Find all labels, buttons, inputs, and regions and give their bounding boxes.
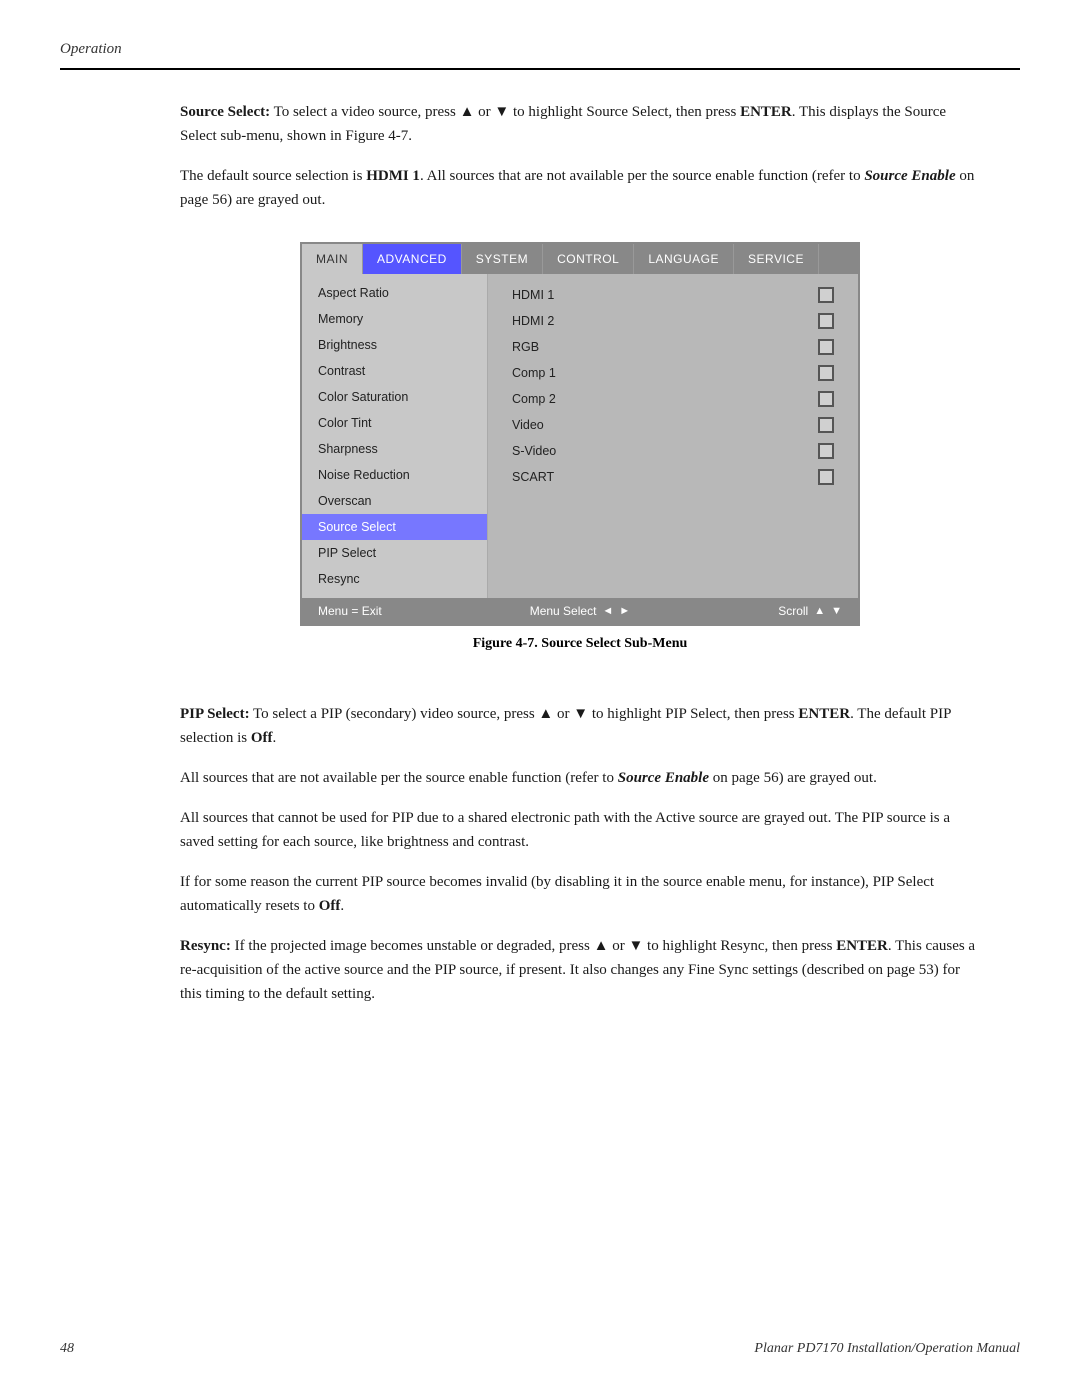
source-comp2-checkbox[interactable] bbox=[818, 391, 834, 407]
content-area: Source Select: To select a video source,… bbox=[60, 100, 1020, 1006]
source-comp1-label: Comp 1 bbox=[512, 366, 556, 380]
source-enable-italic: Source Enable bbox=[864, 168, 955, 184]
menu-item-source-select[interactable]: Source Select bbox=[302, 514, 487, 540]
resync-paragraph: Resync: If the projected image becomes u… bbox=[180, 934, 980, 1006]
resync-bold: Resync: bbox=[180, 938, 231, 954]
source-rgb[interactable]: RGB bbox=[504, 334, 842, 360]
pip-select-bold: PIP Select: bbox=[180, 706, 250, 722]
source-svideo-label: S-Video bbox=[512, 444, 556, 458]
source-scart-checkbox[interactable] bbox=[818, 469, 834, 485]
osd-left-menu: Aspect Ratio Memory Brightness Contrast … bbox=[302, 274, 487, 598]
menu-item-color-saturation[interactable]: Color Saturation bbox=[302, 384, 487, 410]
footer-menu-select: Menu Select ◄ ► bbox=[530, 604, 630, 618]
scroll-label: Scroll bbox=[778, 604, 808, 618]
source-video-label: Video bbox=[512, 418, 544, 432]
osd-tabs: MAIN ADVANCED SYSTEM CONTROL LANGUAGE SE… bbox=[302, 244, 858, 274]
source-scart-label: SCART bbox=[512, 470, 554, 484]
footer-title: Planar PD7170 Installation/Operation Man… bbox=[754, 1341, 1020, 1357]
down-arrow-icon: ▼ bbox=[831, 605, 842, 617]
source-svideo[interactable]: S-Video bbox=[504, 438, 842, 464]
up-arrow-icon: ▲ bbox=[814, 605, 825, 617]
right-arrow-icon: ► bbox=[619, 605, 630, 617]
source-hdmi2[interactable]: HDMI 2 bbox=[504, 308, 842, 334]
figure-container: MAIN ADVANCED SYSTEM CONTROL LANGUAGE SE… bbox=[180, 242, 980, 672]
source-select-paragraph-1: Source Select: To select a video source,… bbox=[180, 100, 980, 148]
source-hdmi2-checkbox[interactable] bbox=[818, 313, 834, 329]
osd-footer: Menu = Exit Menu Select ◄ ► Scroll ▲ ▼ bbox=[302, 598, 858, 624]
source-svideo-checkbox[interactable] bbox=[818, 443, 834, 459]
menu-item-aspect-ratio[interactable]: Aspect Ratio bbox=[302, 280, 487, 306]
header-label: Operation bbox=[60, 41, 122, 57]
osd-right-panel: HDMI 1 HDMI 2 RGB bbox=[487, 274, 858, 598]
source-comp2[interactable]: Comp 2 bbox=[504, 386, 842, 412]
hdmi1-bold: HDMI 1 bbox=[366, 168, 420, 184]
left-arrow-icon: ◄ bbox=[602, 605, 613, 617]
source-select-bold: Source Select: bbox=[180, 104, 270, 120]
source-video[interactable]: Video bbox=[504, 412, 842, 438]
source-comp1-checkbox[interactable] bbox=[818, 365, 834, 381]
pip-paragraph-2: All sources that are not available per t… bbox=[180, 766, 980, 790]
osd-menu: MAIN ADVANCED SYSTEM CONTROL LANGUAGE SE… bbox=[300, 242, 860, 626]
menu-item-sharpness[interactable]: Sharpness bbox=[302, 436, 487, 462]
source-hdmi1-checkbox[interactable] bbox=[818, 287, 834, 303]
menu-exit-label: Menu = Exit bbox=[318, 604, 382, 618]
menu-item-memory[interactable]: Memory bbox=[302, 306, 487, 332]
menu-item-brightness[interactable]: Brightness bbox=[302, 332, 487, 358]
page-container: Operation Source Select: To select a vid… bbox=[0, 0, 1080, 1397]
source-rgb-label: RGB bbox=[512, 340, 539, 354]
page-footer: 48 Planar PD7170 Installation/Operation … bbox=[60, 1341, 1020, 1357]
menu-item-resync[interactable]: Resync bbox=[302, 566, 487, 592]
footer-scroll: Scroll ▲ ▼ bbox=[778, 604, 842, 618]
figure-caption: Figure 4-7. Source Select Sub-Menu bbox=[300, 636, 860, 652]
menu-item-contrast[interactable]: Contrast bbox=[302, 358, 487, 384]
source-hdmi1-label: HDMI 1 bbox=[512, 288, 554, 302]
tab-advanced[interactable]: ADVANCED bbox=[363, 244, 462, 274]
source-hdmi2-label: HDMI 2 bbox=[512, 314, 554, 328]
menu-item-overscan[interactable]: Overscan bbox=[302, 488, 487, 514]
pip-paragraph-4: If for some reason the current PIP sourc… bbox=[180, 870, 980, 918]
menu-item-noise-reduction[interactable]: Noise Reduction bbox=[302, 462, 487, 488]
source-scart[interactable]: SCART bbox=[504, 464, 842, 490]
tab-control[interactable]: CONTROL bbox=[543, 244, 634, 274]
tab-system[interactable]: SYSTEM bbox=[462, 244, 543, 274]
source-hdmi1[interactable]: HDMI 1 bbox=[504, 282, 842, 308]
page-number: 48 bbox=[60, 1341, 74, 1357]
osd-body: Aspect Ratio Memory Brightness Contrast … bbox=[302, 274, 858, 598]
menu-item-pip-select[interactable]: PIP Select bbox=[302, 540, 487, 566]
source-comp1[interactable]: Comp 1 bbox=[504, 360, 842, 386]
tab-main[interactable]: MAIN bbox=[302, 244, 363, 274]
source-enable-italic-2: Source Enable bbox=[618, 770, 709, 786]
source-video-checkbox[interactable] bbox=[818, 417, 834, 433]
footer-menu-exit: Menu = Exit bbox=[318, 604, 382, 618]
tab-language[interactable]: LANGUAGE bbox=[634, 244, 734, 274]
pip-select-paragraph: PIP Select: To select a PIP (secondary) … bbox=[180, 702, 980, 750]
tab-service[interactable]: SERVICE bbox=[734, 244, 819, 274]
header-section: Operation bbox=[60, 40, 1020, 70]
source-comp2-label: Comp 2 bbox=[512, 392, 556, 406]
menu-item-color-tint[interactable]: Color Tint bbox=[302, 410, 487, 436]
pip-paragraph-3: All sources that cannot be used for PIP … bbox=[180, 806, 980, 854]
menu-select-label: Menu Select bbox=[530, 604, 597, 618]
source-select-paragraph-2: The default source selection is HDMI 1. … bbox=[180, 164, 980, 212]
source-rgb-checkbox[interactable] bbox=[818, 339, 834, 355]
